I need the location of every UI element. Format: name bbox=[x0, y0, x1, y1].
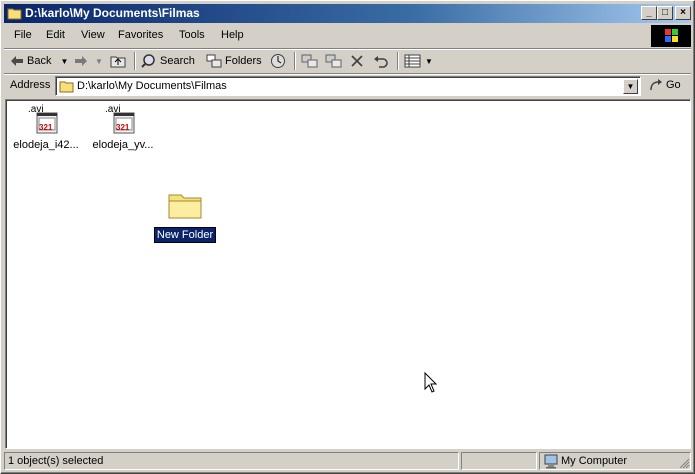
forward-arrow-icon bbox=[75, 56, 87, 66]
standard-toolbar: Back ▼ ▼ Search Folders ▼ bbox=[4, 50, 691, 72]
folder-icon bbox=[59, 81, 74, 93]
go-button[interactable]: Go bbox=[649, 78, 681, 92]
menu-help[interactable]: Help bbox=[218, 29, 247, 41]
delete-button[interactable] bbox=[350, 52, 364, 70]
menu-tools[interactable]: Tools bbox=[176, 29, 208, 41]
folder-icon bbox=[7, 8, 22, 20]
file-name: elodeja_i42... bbox=[13, 139, 79, 151]
media-badge: 321 bbox=[116, 123, 130, 132]
go-arrow-icon bbox=[650, 79, 662, 91]
go-label: Go bbox=[666, 79, 681, 91]
move-to-button[interactable] bbox=[301, 52, 319, 70]
toolbar-separator bbox=[294, 52, 296, 70]
menu-view[interactable]: View bbox=[78, 29, 108, 41]
minimize-button[interactable]: _ bbox=[641, 6, 657, 20]
title-bar[interactable]: D:\karlo\My Documents\Filmas _ □ × bbox=[4, 4, 691, 23]
history-icon bbox=[271, 54, 285, 68]
status-bar: 1 object(s) selected My Computer bbox=[4, 451, 691, 471]
folder-icon bbox=[168, 194, 202, 219]
status-empty-pane bbox=[461, 452, 537, 470]
resize-grip-icon[interactable] bbox=[678, 457, 690, 469]
new-folder-item[interactable]: New Folder bbox=[152, 190, 218, 244]
address-dropdown-icon[interactable]: ▼ bbox=[623, 79, 638, 94]
status-selection-pane: 1 object(s) selected bbox=[4, 452, 459, 470]
undo-icon bbox=[374, 56, 388, 68]
address-label: Address bbox=[10, 79, 51, 91]
menu-edit[interactable]: Edit bbox=[43, 29, 68, 41]
history-button[interactable] bbox=[270, 52, 286, 70]
copy-to-button[interactable] bbox=[325, 52, 343, 70]
window-title: D:\karlo\My Documents\Filmas bbox=[25, 6, 200, 20]
back-button[interactable]: Back ▼ bbox=[10, 52, 68, 70]
menu-favorites[interactable]: Favorites bbox=[115, 29, 166, 41]
back-dropdown-icon[interactable]: ▼ bbox=[60, 57, 68, 66]
forward-button[interactable]: ▼ bbox=[74, 52, 103, 70]
delete-icon bbox=[351, 55, 363, 67]
up-folder-button[interactable] bbox=[110, 52, 126, 70]
address-bar: Address D:\karlo\My Documents\Filmas ▼ G… bbox=[4, 75, 691, 97]
up-folder-icon bbox=[110, 56, 126, 68]
undo-button[interactable] bbox=[373, 52, 389, 70]
forward-dropdown-icon[interactable]: ▼ bbox=[95, 57, 103, 66]
file-item[interactable]: .avi 321 elodeja_yv... bbox=[83, 104, 163, 151]
folders-button[interactable]: Folders bbox=[206, 52, 262, 70]
search-icon bbox=[141, 54, 155, 68]
copy-to-icon bbox=[325, 54, 342, 68]
explorer-window: D:\karlo\My Documents\Filmas _ □ × File … bbox=[0, 0, 695, 474]
my-computer-icon bbox=[544, 454, 558, 469]
folder-rename-input[interactable]: New Folder bbox=[152, 226, 218, 244]
status-zone: My Computer bbox=[561, 455, 628, 467]
menu-file[interactable]: File bbox=[11, 29, 35, 41]
status-zone-pane: My Computer bbox=[539, 452, 691, 470]
close-button[interactable]: × bbox=[675, 6, 691, 20]
file-item[interactable]: .avi 321 elodeja_i42... bbox=[6, 104, 86, 151]
views-button[interactable]: ▼ bbox=[404, 52, 433, 70]
toolbar-separator bbox=[134, 52, 136, 70]
back-label: Back bbox=[27, 55, 52, 67]
views-dropdown-icon[interactable]: ▼ bbox=[425, 57, 433, 66]
menu-bar: File Edit View Favorites Tools Help bbox=[4, 25, 649, 47]
address-path: D:\karlo\My Documents\Filmas bbox=[77, 80, 227, 92]
file-extension: .avi bbox=[28, 104, 44, 115]
mouse-cursor-icon bbox=[424, 372, 438, 393]
file-extension: .avi bbox=[105, 104, 121, 115]
file-view[interactable]: .avi 321 elodeja_i42... .avi 321 elodeja… bbox=[5, 99, 691, 449]
folders-icon bbox=[206, 54, 222, 68]
windows-logo-icon bbox=[651, 25, 691, 47]
back-arrow-icon bbox=[11, 56, 23, 66]
search-button[interactable]: Search bbox=[141, 52, 195, 70]
search-label: Search bbox=[160, 55, 195, 67]
views-icon bbox=[404, 54, 421, 68]
address-input[interactable]: D:\karlo\My Documents\Filmas ▼ bbox=[55, 76, 641, 96]
media-badge: 321 bbox=[39, 123, 53, 132]
move-to-icon bbox=[301, 54, 318, 68]
toolbar-separator bbox=[397, 52, 399, 70]
maximize-button[interactable]: □ bbox=[657, 6, 673, 20]
file-name: elodeja_yv... bbox=[92, 139, 154, 151]
status-selection: 1 object(s) selected bbox=[8, 455, 104, 467]
folders-label: Folders bbox=[225, 55, 262, 67]
